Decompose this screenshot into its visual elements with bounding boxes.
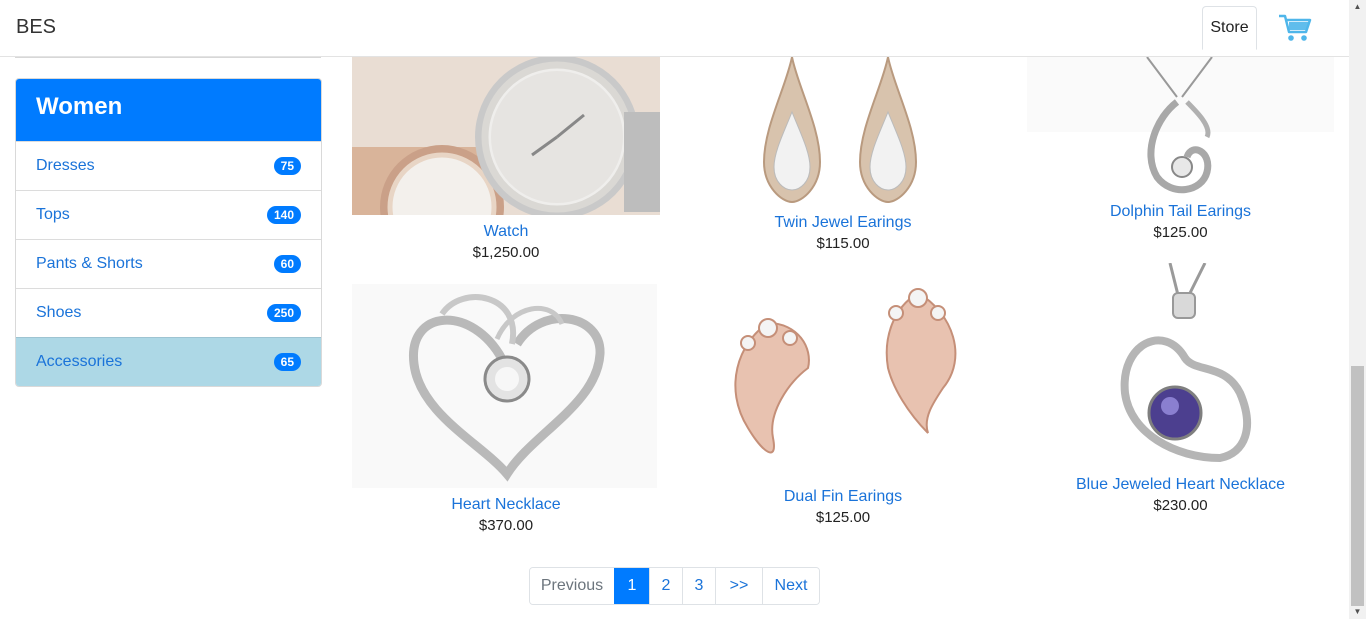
product-name-link[interactable]: Twin Jewel Earings bbox=[690, 214, 996, 232]
count-badge: 75 bbox=[273, 157, 301, 175]
product-name-link[interactable]: Watch bbox=[352, 223, 660, 241]
blue-heart-necklace-image[interactable] bbox=[1105, 263, 1255, 468]
product-name-link[interactable]: Dual Fin Earings bbox=[690, 488, 996, 506]
sidebar-item-pants-shorts[interactable]: Pants & Shorts 60 bbox=[16, 239, 321, 288]
page-button-3[interactable]: 3 bbox=[682, 568, 715, 604]
sidebar-item-label: Tops bbox=[36, 206, 70, 223]
previous-page-button[interactable]: Previous bbox=[530, 568, 614, 604]
sidebar-item-tops[interactable]: Tops 140 bbox=[16, 190, 321, 239]
product-name-link[interactable]: Dolphin Tail Earings bbox=[1027, 203, 1334, 221]
sidebar-item-dresses[interactable]: Dresses 75 bbox=[16, 141, 321, 190]
rose-gold-fin-earrings-image[interactable] bbox=[718, 288, 968, 468]
product-card: Watch $1,250.00 bbox=[352, 223, 660, 261]
product-name-link[interactable]: Blue Jeweled Heart Necklace bbox=[1027, 476, 1334, 494]
dolphin-pendant-image[interactable] bbox=[1027, 57, 1334, 197]
count-badge: 65 bbox=[273, 353, 301, 371]
jump-forward-button[interactable]: >> bbox=[715, 568, 762, 604]
sidebar-item-label: Pants & Shorts bbox=[36, 255, 143, 272]
page-button-2[interactable]: 2 bbox=[649, 568, 682, 604]
brand-logo[interactable]: BES bbox=[16, 16, 56, 39]
product-price: $230.00 bbox=[1153, 497, 1208, 514]
count-badge: 250 bbox=[266, 304, 301, 322]
product-card: Heart Necklace $370.00 bbox=[352, 496, 660, 534]
silver-heart-necklace-image[interactable] bbox=[352, 284, 657, 488]
product-price: $1,250.00 bbox=[472, 244, 540, 261]
product-card: Dual Fin Earings $125.00 bbox=[690, 488, 996, 526]
sidebar-item-shoes[interactable]: Shoes 250 bbox=[16, 288, 321, 337]
sidebar-item-accessories[interactable]: Accessories 65 bbox=[16, 337, 321, 386]
product-card: Twin Jewel Earings $115.00 bbox=[690, 214, 996, 252]
shopping-cart-icon[interactable] bbox=[1278, 13, 1312, 43]
next-page-button[interactable]: Next bbox=[762, 568, 819, 604]
count-badge: 60 bbox=[273, 255, 301, 273]
scroll-down-arrow-icon[interactable]: ▼ bbox=[1352, 607, 1363, 617]
page-button-1[interactable]: 1 bbox=[614, 568, 649, 604]
scrollbar-thumb[interactable] bbox=[1351, 366, 1364, 606]
sidebar-title: Women bbox=[16, 79, 321, 141]
scroll-up-arrow-icon[interactable]: ▲ bbox=[1352, 2, 1363, 12]
product-name-link[interactable]: Heart Necklace bbox=[352, 496, 660, 514]
product-price: $125.00 bbox=[1153, 224, 1208, 241]
product-card: Blue Jeweled Heart Necklace $230.00 bbox=[1027, 476, 1334, 514]
count-badge: 140 bbox=[266, 206, 301, 224]
rose-gold-watch-image[interactable] bbox=[352, 57, 660, 215]
sidebar-item-label: Shoes bbox=[36, 304, 82, 321]
product-price: $115.00 bbox=[816, 235, 870, 252]
product-price: $125.00 bbox=[815, 509, 871, 526]
sidebar-item-label: Accessories bbox=[36, 353, 123, 370]
store-tab[interactable]: Store bbox=[1202, 6, 1257, 50]
top-navbar: BES Store bbox=[0, 0, 1349, 57]
pagination: Previous 1 2 3 >> Next bbox=[529, 567, 820, 605]
category-sidebar: Women Dresses 75 Tops 140 Pants & Shorts… bbox=[15, 78, 322, 387]
teardrop-earrings-image[interactable] bbox=[740, 57, 945, 207]
sidebar-item-label: Dresses bbox=[36, 157, 95, 174]
product-card: Dolphin Tail Earings $125.00 bbox=[1027, 203, 1334, 241]
product-price: $370.00 bbox=[478, 517, 534, 534]
